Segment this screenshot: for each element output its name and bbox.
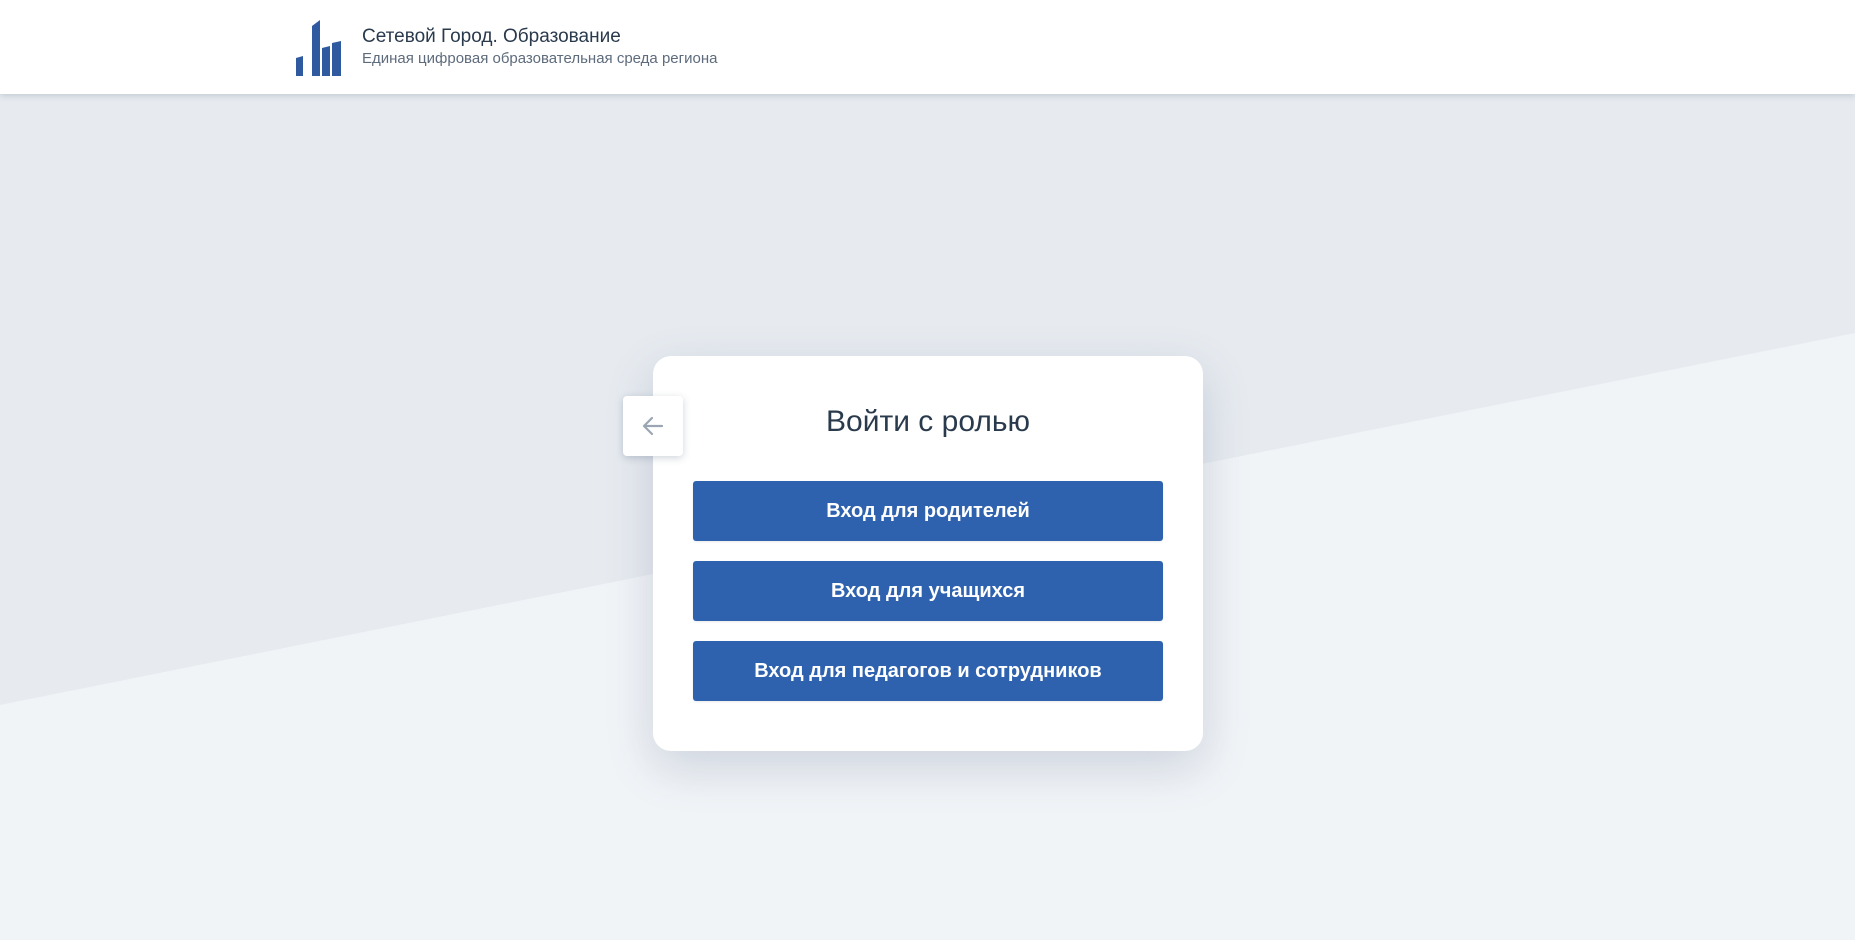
site-header: Сетевой Город. Образование Единая цифров… [0,0,1855,94]
brand-subtitle: Единая цифровая образовательная среда ре… [362,50,718,67]
role-login-card: Войти с ролью Вход для родителей Вход дл… [653,356,1203,751]
parents-login-button[interactable]: Вход для родителей [693,481,1163,541]
brand-title: Сетевой Город. Образование [362,26,621,47]
arrow-left-icon [642,416,664,436]
staff-login-button[interactable]: Вход для педагогов и сотрудников [693,641,1163,701]
back-button[interactable] [623,396,683,456]
students-login-button[interactable]: Вход для учащихся [693,561,1163,621]
card-title: Войти с ролью [826,405,1030,438]
city-buildings-logo[interactable] [295,20,341,76]
brand-block: Сетевой Город. Образование Единая цифров… [362,26,717,68]
